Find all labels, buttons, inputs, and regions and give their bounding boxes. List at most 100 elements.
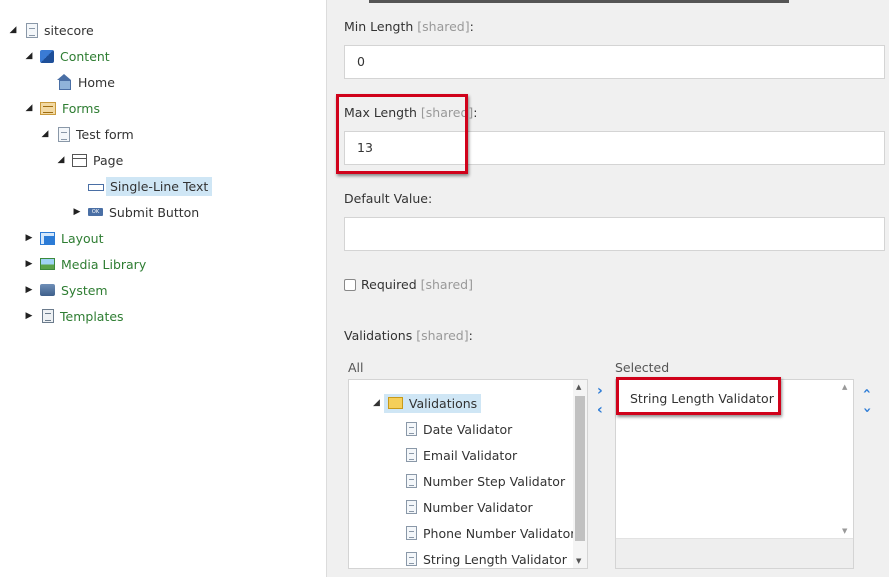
list-item[interactable]: Number Validator <box>406 496 533 518</box>
tree-item-label: Submit Button <box>109 204 200 220</box>
all-validators-list[interactable]: ◢ Validations Date Validator Email Valid… <box>348 379 588 569</box>
selected-list-footer <box>616 538 853 568</box>
tree-item-label: Page <box>93 152 124 168</box>
document-icon <box>58 126 70 142</box>
min-length-label: Min Length [shared]: <box>344 19 474 34</box>
tree-item-page[interactable]: ◢ Page <box>56 149 124 171</box>
all-list-scrollbar[interactable]: ▲ ▼ <box>573 380 587 568</box>
list-item-label: Phone Number Validator <box>423 525 576 541</box>
expand-arrow-icon[interactable]: ▶ <box>24 259 34 269</box>
folder-icon <box>387 397 403 409</box>
document-icon <box>406 422 417 436</box>
tree-item-templates[interactable]: ▶ Templates <box>24 305 124 327</box>
collapse-arrow-icon[interactable]: ◢ <box>56 155 66 165</box>
list-item[interactable]: Number Step Validator <box>406 470 565 492</box>
collapse-arrow-icon[interactable]: ◢ <box>24 103 34 113</box>
collapse-arrow-icon[interactable]: ◢ <box>24 51 34 61</box>
expand-arrow-icon[interactable]: ▶ <box>24 285 34 295</box>
input-field-icon <box>88 183 104 191</box>
add-validator-button[interactable]: › <box>597 384 603 398</box>
list-item[interactable]: Email Validator <box>406 444 517 466</box>
expand-arrow-icon[interactable]: ▶ <box>72 207 82 217</box>
content-editor: ◢ sitecore ◢ Content Home ◢ Forms ◢ Test… <box>0 0 889 577</box>
document-icon <box>406 500 417 514</box>
folder-label: Validations <box>408 395 478 411</box>
scroll-up-icon[interactable]: ▲ <box>576 383 581 391</box>
tree-item-label: Single-Line Text <box>106 176 213 196</box>
list-item-label: Date Validator <box>423 421 513 437</box>
tab-indicator <box>369 0 789 3</box>
tree-item-label: Content <box>60 48 110 64</box>
layout-icon <box>40 231 55 245</box>
tree-item-content[interactable]: ◢ Content <box>24 45 110 67</box>
list-item-label: Number Validator <box>423 499 533 515</box>
list-item[interactable]: String Length Validator <box>406 548 567 568</box>
validations-folder-selection: Validations <box>383 393 482 413</box>
tree-item-label: Media Library <box>61 256 147 272</box>
shared-tag: [shared] <box>416 328 469 343</box>
button-icon: OK <box>88 208 103 216</box>
tree-item-home[interactable]: Home <box>56 71 115 93</box>
list-item[interactable]: Date Validator <box>406 418 512 440</box>
tree-item-label: sitecore <box>44 22 94 38</box>
validations-label: Validations [shared]: <box>344 328 473 343</box>
collapse-arrow-icon[interactable]: ◢ <box>373 398 380 408</box>
list-item-label: Number Step Validator <box>423 473 566 489</box>
field-editor-panel: Min Length [shared]: 0 Max Length [share… <box>326 0 889 577</box>
list-item-label: Email Validator <box>423 447 518 463</box>
highlight-box-selected-validator <box>616 377 781 415</box>
highlight-box-max-length <box>336 94 468 174</box>
tree-item-media-library[interactable]: ▶ Media Library <box>24 253 147 275</box>
tree-item-label: Layout <box>61 230 104 246</box>
list-item[interactable]: Phone Number Validator <box>406 522 575 544</box>
selected-list-label: Selected <box>615 360 670 375</box>
validations-folder[interactable]: ◢ Validations <box>373 392 482 414</box>
field-label-text: Required <box>361 277 417 292</box>
tree-item-submit-button[interactable]: ▶ OK Submit Button <box>72 201 200 223</box>
all-list-label: All <box>348 360 364 375</box>
expand-arrow-icon[interactable]: ▶ <box>24 233 34 243</box>
document-icon <box>406 474 417 488</box>
tree-item-single-line-text[interactable]: Single-Line Text <box>88 175 213 197</box>
tree-item-label: Templates <box>60 308 124 324</box>
tree-item-layout[interactable]: ▶ Layout <box>24 227 104 249</box>
media-icon <box>40 258 55 270</box>
field-label-text: Min Length <box>344 19 414 34</box>
tree-item-sitecore[interactable]: ◢ sitecore <box>8 19 94 41</box>
content-tree: ◢ sitecore ◢ Content Home ◢ Forms ◢ Test… <box>0 0 326 577</box>
scroll-down-icon[interactable]: ▼ <box>576 557 581 565</box>
page-icon <box>72 153 87 167</box>
collapse-arrow-icon[interactable]: ◢ <box>8 25 18 35</box>
expand-arrow-icon[interactable]: ▶ <box>24 311 34 321</box>
remove-validator-button[interactable]: ‹ <box>597 403 603 417</box>
collapse-arrow-icon[interactable]: ◢ <box>40 129 50 139</box>
system-icon <box>40 284 55 296</box>
list-item-label: String Length Validator <box>423 551 567 567</box>
required-checkbox[interactable] <box>344 279 356 291</box>
move-down-button[interactable]: › <box>859 407 875 413</box>
default-value-label: Default Value: <box>344 191 433 206</box>
move-up-button[interactable]: › <box>859 388 875 394</box>
home-icon <box>56 74 72 90</box>
document-icon <box>406 448 417 462</box>
templates-icon <box>42 309 54 323</box>
tree-item-system[interactable]: ▶ System <box>24 279 108 301</box>
min-length-input[interactable]: 0 <box>344 45 885 79</box>
document-icon <box>406 552 417 566</box>
tree-item-test-form[interactable]: ◢ Test form <box>40 123 134 145</box>
tree-item-label: System <box>61 282 108 298</box>
tree-item-label: Forms <box>62 100 101 116</box>
scroll-up-icon[interactable]: ▲ <box>842 383 847 391</box>
tree-item-forms[interactable]: ◢ Forms <box>24 97 100 119</box>
default-value-input[interactable] <box>344 217 885 251</box>
shared-tag: [shared] <box>417 19 470 34</box>
field-label-text: Validations <box>344 328 413 343</box>
scroll-down-icon[interactable]: ▼ <box>842 527 847 535</box>
shared-tag: [shared] <box>420 277 473 292</box>
cubes-icon <box>40 49 54 63</box>
tree-item-label: Home <box>78 74 115 90</box>
form-icon <box>40 101 56 115</box>
scrollbar-thumb[interactable] <box>575 396 585 541</box>
tree-item-label: Test form <box>76 126 134 142</box>
document-icon <box>26 22 38 38</box>
